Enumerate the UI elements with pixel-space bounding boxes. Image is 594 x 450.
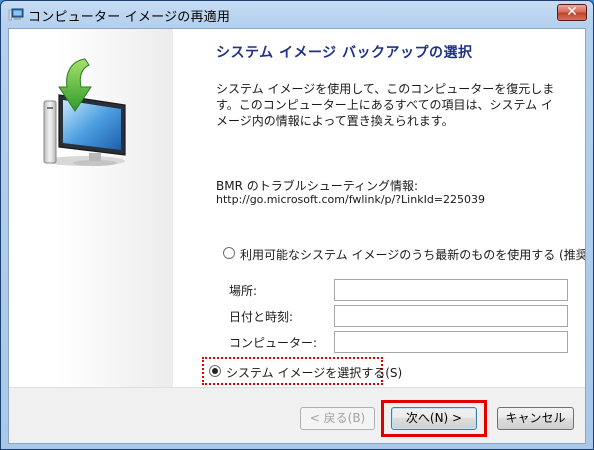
cancel-button[interactable]: キャンセル — [497, 407, 574, 430]
page-description: システム イメージを使用して、このコンピューターを復元します。このコンピューター… — [216, 82, 555, 128]
computer-field[interactable] — [334, 331, 568, 353]
page-title: システム イメージ バックアップの選択 — [216, 45, 473, 61]
radio-select-image-indicator[interactable] — [209, 365, 221, 377]
date-time-label: 日付と時刻: — [229, 310, 294, 324]
radio-use-latest-label: 利用可能なシステム イメージのうち最新のものを使用する (推奨)(U) — [240, 248, 586, 262]
wizard-content: システム イメージ バックアップの選択 システム イメージを使用して、このコンピ… — [173, 29, 586, 387]
date-time-field[interactable] — [334, 305, 568, 327]
location-label: 場所: — [229, 284, 258, 298]
restore-wizard-window: コンピューター イメージの再適用 ✕ システム イメージ バックアップの選択 シ… — [0, 0, 594, 450]
bmr-info-link[interactable]: http://go.microsoft.com/fwlink/p/?LinkId… — [216, 193, 485, 206]
button-bar: < 戻る(B) 次へ(N) > キャンセル — [9, 388, 585, 443]
radio-select-image-label: システム イメージを選択する(S) — [226, 366, 403, 380]
next-button[interactable]: 次へ(N) > — [391, 407, 477, 430]
title-bar[interactable]: コンピューター イメージの再適用 ✕ — [1, 1, 593, 27]
radio-use-latest-indicator[interactable] — [223, 247, 235, 259]
window-title: コンピューター イメージの再適用 — [28, 10, 231, 25]
close-icon: ✕ — [566, 4, 578, 20]
location-field[interactable] — [334, 279, 568, 301]
close-button[interactable]: ✕ — [557, 4, 587, 21]
wizard-client-area: システム イメージ バックアップの選択 システム イメージを使用して、このコンピ… — [8, 28, 586, 444]
restore-image-icon — [8, 8, 24, 21]
computer-restore-arrow-icon — [43, 58, 126, 166]
back-button[interactable]: < 戻る(B) — [300, 407, 375, 430]
computer-label: コンピューター: — [229, 336, 318, 350]
bmr-info-label: BMR のトラブルシューティング情報: — [216, 179, 419, 193]
wizard-sidebar — [9, 29, 173, 387]
